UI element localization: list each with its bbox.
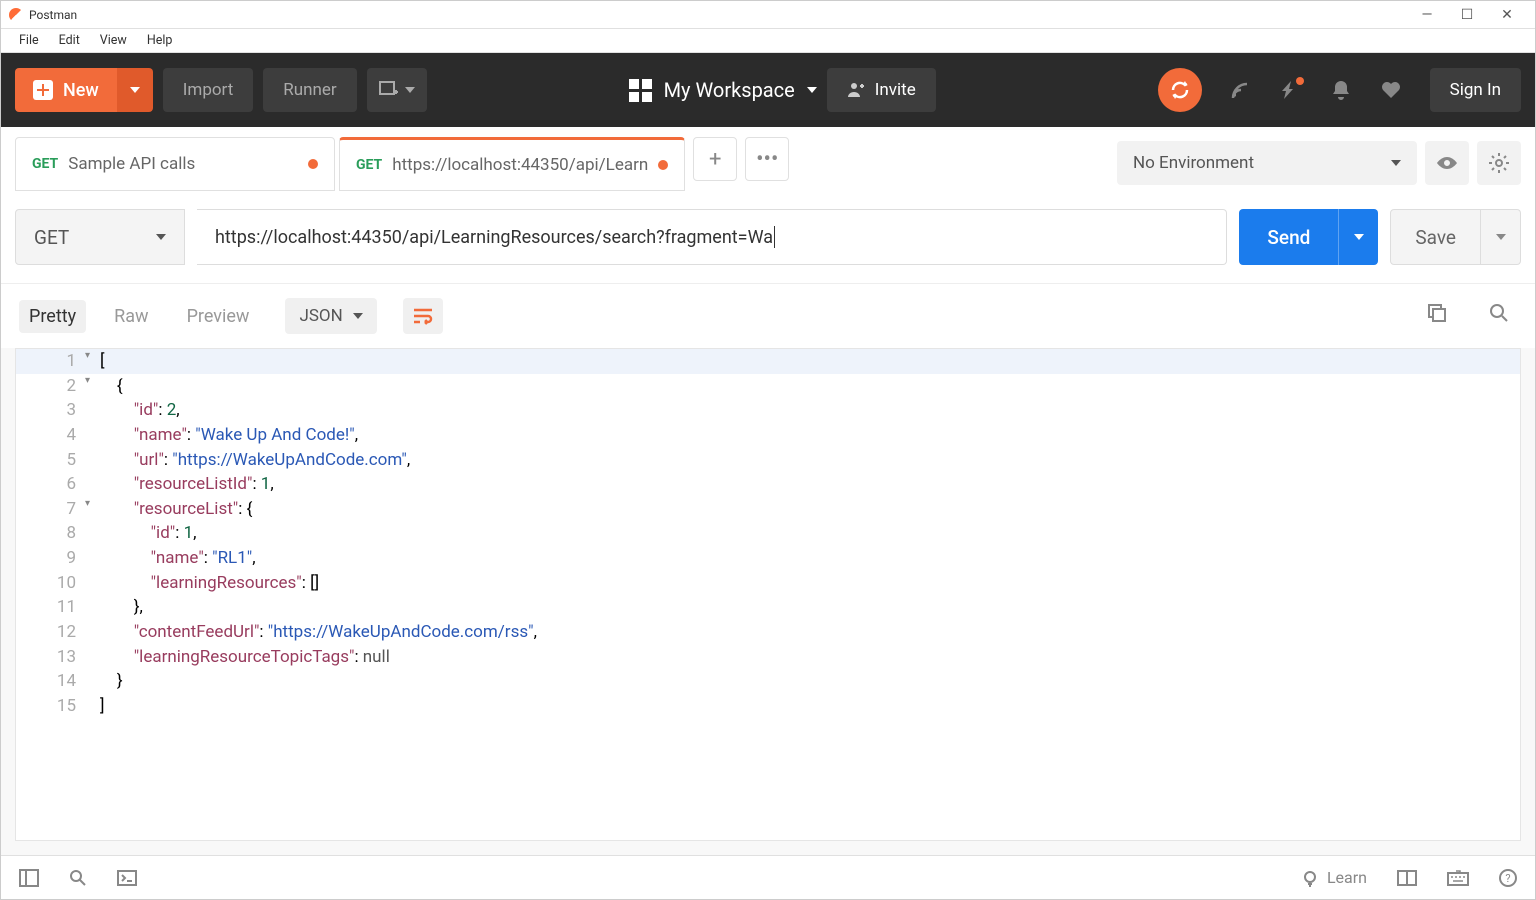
save-button[interactable]: Save <box>1390 209 1521 265</box>
request-tab-1[interactable]: GET https://localhost:44350/api/Learn <box>339 137 685 191</box>
tabs-row: GET Sample API calls GET https://localhost:… <box>1 127 1535 191</box>
invite-label: Invite <box>875 80 916 100</box>
request-tab-0[interactable]: GET Sample API calls <box>15 137 335 191</box>
help-button[interactable]: ? <box>1499 869 1517 887</box>
satellite-icon[interactable] <box>1230 79 1252 101</box>
grid-icon <box>629 79 652 102</box>
method-select[interactable]: GET <box>15 209 185 265</box>
view-tab-preview[interactable]: Preview <box>177 300 260 333</box>
search-response-button[interactable] <box>1481 303 1517 329</box>
app-title: Postman <box>29 8 77 22</box>
titlebar: Postman — ☐ ✕ <box>1 1 1535 29</box>
dirty-dot-icon <box>308 159 318 169</box>
wrap-button[interactable] <box>403 298 443 334</box>
eye-icon <box>1435 155 1459 171</box>
menubar: FileEditViewHelp <box>1 29 1535 53</box>
new-button-label: New <box>63 80 99 101</box>
tab-method: GET <box>32 156 58 172</box>
workspace-label: My Workspace <box>664 78 795 102</box>
learn-label: Learn <box>1327 868 1367 887</box>
invite-button[interactable]: Invite <box>827 68 936 112</box>
url-input[interactable]: https://localhost:44350/api/LearningReso… <box>197 209 1227 265</box>
send-button[interactable]: Send <box>1239 209 1378 265</box>
console-button[interactable] <box>117 870 137 886</box>
sidebar-toggle-button[interactable] <box>19 869 39 887</box>
import-button[interactable]: Import <box>163 68 254 112</box>
format-select[interactable]: JSON <box>285 298 376 334</box>
help-icon: ? <box>1499 869 1517 887</box>
bell-icon[interactable] <box>1330 79 1352 101</box>
person-plus-icon <box>847 81 865 99</box>
view-tab-raw[interactable]: Raw <box>104 300 158 333</box>
signin-button[interactable]: Sign In <box>1430 68 1521 112</box>
bulb-icon <box>1301 869 1319 887</box>
url-value: https://localhost:44350/api/LearningReso… <box>215 227 773 248</box>
method-label: GET <box>34 226 69 249</box>
gear-icon <box>1488 152 1510 174</box>
environment-label: No Environment <box>1133 153 1254 173</box>
capture-button[interactable] <box>367 68 427 112</box>
sync-icon <box>1169 79 1191 101</box>
svg-text:?: ? <box>1505 872 1510 885</box>
plus-icon <box>33 80 53 100</box>
window-minimize-icon[interactable]: — <box>1407 1 1447 29</box>
request-row: GET https://localhost:44350/api/Learning… <box>1 191 1535 283</box>
menu-file[interactable]: File <box>9 31 49 50</box>
response-toolbar: Pretty Raw Preview JSON <box>1 283 1535 348</box>
tab-more-button[interactable]: ••• <box>745 137 789 181</box>
keyboard-icon <box>1447 870 1469 886</box>
copy-button[interactable] <box>1419 303 1455 329</box>
sync-button[interactable] <box>1158 68 1202 112</box>
search-icon <box>1489 303 1509 323</box>
two-pane-icon <box>1397 870 1417 886</box>
environment-select[interactable]: No Environment <box>1117 141 1417 185</box>
response-body[interactable]: 1[2 {3 "id": 2,4 "name": "Wake Up And Co… <box>15 348 1521 841</box>
new-button[interactable]: New <box>15 68 153 112</box>
view-tab-pretty[interactable]: Pretty <box>19 300 86 333</box>
statusbar: Learn ? <box>1 855 1535 899</box>
panel-icon <box>19 869 39 887</box>
tab-label: https://localhost:44350/api/Learn <box>392 155 648 175</box>
keyboard-button[interactable] <box>1447 870 1469 886</box>
window-close-icon[interactable]: ✕ <box>1487 1 1527 29</box>
send-label: Send <box>1239 209 1338 265</box>
new-tab-button[interactable]: + <box>693 137 737 181</box>
copy-icon <box>1427 303 1447 323</box>
workspace-selector[interactable]: My Workspace <box>629 78 817 102</box>
tab-method: GET <box>356 157 382 173</box>
cursor <box>774 226 775 248</box>
dirty-dot-icon <box>658 160 668 170</box>
app-logo-icon <box>9 8 23 22</box>
menu-help[interactable]: Help <box>137 31 183 50</box>
console-icon <box>117 870 137 886</box>
bootcamp-link[interactable]: Learn <box>1301 868 1367 887</box>
format-label: JSON <box>299 306 342 326</box>
bootcamp-icon[interactable] <box>1280 79 1302 101</box>
menu-view[interactable]: View <box>90 31 137 50</box>
runner-button[interactable]: Runner <box>263 68 356 112</box>
window-maximize-icon[interactable]: ☐ <box>1447 1 1487 29</box>
search-icon <box>69 869 87 887</box>
send-dropdown[interactable] <box>1338 209 1378 265</box>
window-plus-icon <box>379 81 399 99</box>
menu-edit[interactable]: Edit <box>49 31 90 50</box>
wrap-icon <box>412 307 434 325</box>
save-dropdown[interactable] <box>1481 209 1521 265</box>
new-dropdown[interactable] <box>117 68 153 112</box>
heart-icon[interactable] <box>1380 79 1402 101</box>
save-label: Save <box>1390 209 1481 265</box>
environment-quicklook-button[interactable] <box>1425 141 1469 185</box>
main-toolbar: New Import Runner My Workspace Invite Si… <box>1 53 1535 127</box>
find-button[interactable] <box>69 869 87 887</box>
two-pane-button[interactable] <box>1397 870 1417 886</box>
settings-button[interactable] <box>1477 141 1521 185</box>
tab-label: Sample API calls <box>68 154 298 174</box>
